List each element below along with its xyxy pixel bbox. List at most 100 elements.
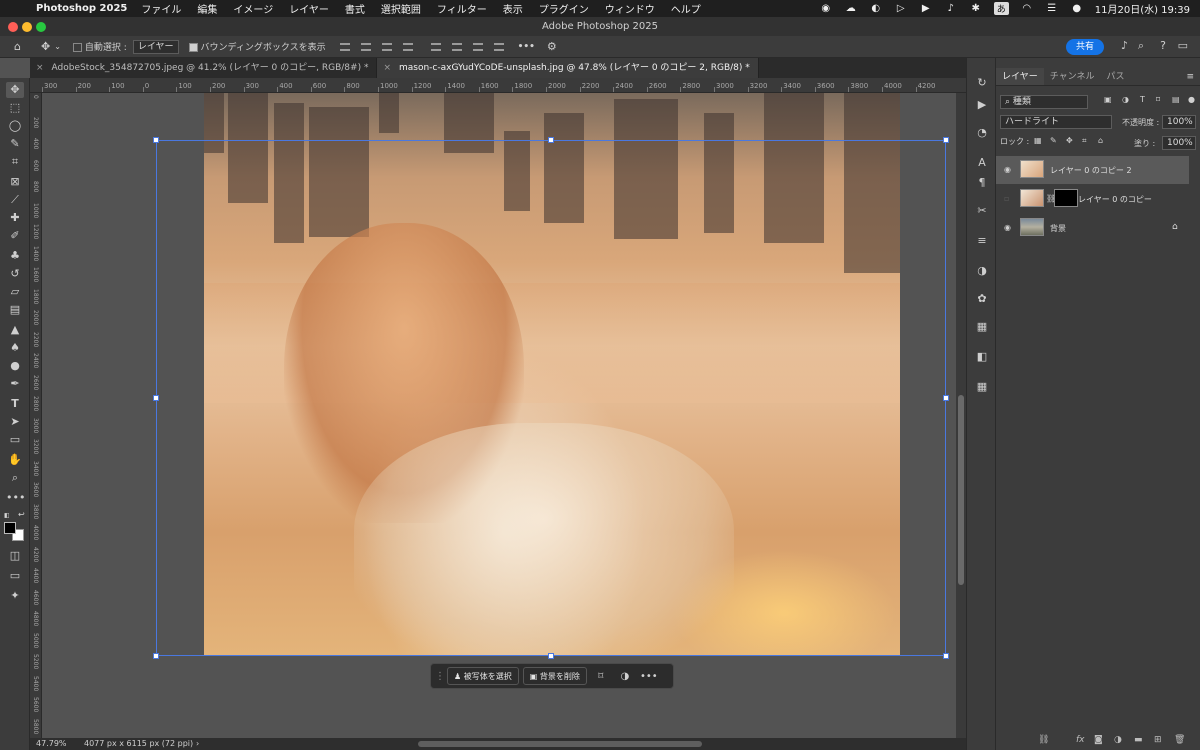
clone-stamp-tool-icon[interactable]: ♣ <box>6 248 24 264</box>
zoom-tool-icon[interactable]: ⌕ <box>6 470 24 486</box>
creative-cloud-icon[interactable]: ◉ <box>819 3 833 14</box>
scroll-thumb[interactable] <box>958 395 964 585</box>
adjustments-panel-icon[interactable]: ◑ <box>975 264 989 278</box>
marquee-tool-icon[interactable]: ⬚ <box>6 100 24 116</box>
minimize-window-icon[interactable] <box>22 22 32 32</box>
gradients-panel-icon[interactable]: ◧ <box>975 350 989 364</box>
wifi-icon[interactable]: ◠ <box>1020 3 1034 14</box>
share-button[interactable]: 共有 <box>1065 39 1104 55</box>
learn-panel-icon[interactable]: ◔ <box>975 126 989 140</box>
zoom-window-icon[interactable] <box>36 22 46 32</box>
menu-filter[interactable]: フィルター <box>437 1 487 16</box>
eraser-tool-icon[interactable]: ▱ <box>6 284 24 300</box>
close-tab-icon[interactable]: × <box>36 63 44 73</box>
transform-handle[interactable] <box>153 395 159 401</box>
history-brush-tool-icon[interactable]: ↺ <box>6 266 24 282</box>
move-tool-icon[interactable]: ✥ <box>6 82 24 98</box>
document-dimensions[interactable]: 4077 px x 6115 px (72 ppi) <box>84 738 193 750</box>
history-panel-icon[interactable]: ↻ <box>975 76 989 90</box>
tab-channels[interactable]: チャンネル <box>1044 68 1101 85</box>
menu-file[interactable]: ファイル <box>141 1 181 16</box>
menu-plugins[interactable]: プラグイン <box>539 1 589 16</box>
menu-clock[interactable]: 11月20日(水) 19:39 <box>1095 1 1190 16</box>
settings-gear-icon[interactable]: ⚙ <box>547 40 557 53</box>
tab-layers[interactable]: レイヤー <box>996 68 1044 85</box>
actions-panel-icon[interactable]: ▶ <box>975 98 989 112</box>
menu-layer[interactable]: レイヤー <box>289 1 329 16</box>
chevron-right-icon[interactable]: › <box>196 738 199 750</box>
visibility-eye-hidden-icon[interactable]: ▫ <box>1004 194 1009 203</box>
app-menu[interactable]: Photoshop 2025 <box>36 3 127 14</box>
remove-background-button[interactable]: ▣ 背景を削除 <box>522 667 587 685</box>
align-center-icon[interactable] <box>360 42 371 51</box>
color-panel-icon[interactable]: ✿ <box>975 292 989 306</box>
character-panel-icon[interactable]: A <box>975 156 989 170</box>
edit-toolbar-icon[interactable]: ••• <box>6 490 25 506</box>
swap-colors-icon[interactable]: ↩ <box>18 510 25 519</box>
drag-handle-icon[interactable]: ⋮ <box>435 671 445 682</box>
gradient-tool-icon[interactable]: ▤ <box>6 302 24 318</box>
horizontal-scroll-thumb[interactable] <box>418 741 702 747</box>
zoom-level[interactable]: 47.79% <box>36 738 67 750</box>
brush-tool-icon[interactable]: ✐ <box>6 228 24 244</box>
transform-bounding-box[interactable] <box>156 140 946 656</box>
close-tab-icon[interactable]: × <box>383 63 391 73</box>
visibility-eye-icon[interactable]: ◉ <box>1004 165 1011 174</box>
rectangle-tool-icon[interactable]: ▭ <box>6 432 24 448</box>
horizontal-ruler[interactable]: 300 200 100 0 100 200 300 400 600 800 1000 1200 1400… <box>30 78 966 93</box>
quick-mask-icon[interactable]: ◫ <box>6 548 24 564</box>
new-layer-icon[interactable]: ⊞ <box>1154 735 1162 745</box>
cloud-icon[interactable]: ☁ <box>844 3 858 14</box>
type-tool-icon[interactable]: T <box>6 396 24 412</box>
blend-mode-dropdown[interactable]: ハードライト <box>1000 115 1112 129</box>
smudge-tool-icon[interactable]: ● <box>6 358 24 374</box>
menu-help[interactable]: ヘルプ <box>671 1 701 16</box>
filter-pixel-icon[interactable]: ▣ <box>1104 95 1112 104</box>
blur-tool-icon[interactable]: ▲ <box>6 322 24 338</box>
tab-paths[interactable]: パス <box>1100 68 1130 85</box>
new-group-icon[interactable]: ▬ <box>1134 735 1143 745</box>
vertical-ruler[interactable]: 0 200 400 600 800 1000 1200 1400 1600 1800 2000 220… <box>30 93 42 738</box>
lasso-tool-icon[interactable]: ◯ <box>6 118 24 134</box>
hand-tool-icon[interactable]: ✋ <box>6 452 24 468</box>
siri-icon[interactable]: ● <box>1070 3 1084 14</box>
search-icon[interactable]: ⌕ <box>1138 39 1144 53</box>
transform-handle[interactable] <box>943 137 949 143</box>
align-right-icon[interactable] <box>381 42 392 51</box>
align-distribute-icon[interactable] <box>402 42 413 51</box>
workspace-icon[interactable]: ▭ <box>1178 39 1188 52</box>
transform-handle[interactable] <box>548 137 554 143</box>
bluetooth-icon[interactable]: ✱ <box>969 3 983 14</box>
input-method-indicator[interactable]: あ <box>993 2 1009 15</box>
lock-all-icon[interactable]: ⌂ <box>1098 136 1103 145</box>
generative-icon[interactable]: ✦ <box>6 588 24 604</box>
chevron-down-icon[interactable]: ⌄ <box>54 42 61 51</box>
foreground-color-swatch[interactable] <box>4 522 16 534</box>
canvas-area[interactable] <box>42 93 956 738</box>
menu-type[interactable]: 書式 <box>345 1 365 16</box>
tool-presets-icon[interactable]: ✂ <box>975 204 989 218</box>
transform-handle[interactable] <box>153 653 159 659</box>
tab-adobestock[interactable]: × AdobeStock_354872705.jpeg @ 41.2% (レイヤー… <box>30 58 378 78</box>
auto-select-checkbox[interactable] <box>72 43 82 52</box>
menu-edit[interactable]: 編集 <box>197 1 217 16</box>
sync-icon[interactable]: ◐ <box>869 3 883 14</box>
layer-filter-kind-dropdown[interactable]: ⌕ 種類 <box>1000 95 1088 109</box>
tab-mason-unsplash[interactable]: × mason-c-axGYudYCoDE-unsplash.jpg @ 47.8… <box>377 58 759 78</box>
patterns-panel-icon[interactable]: ▦ <box>975 380 989 394</box>
properties-panel-icon[interactable]: ≡ <box>975 234 989 248</box>
auto-select-target-dropdown[interactable]: レイヤー <box>132 39 179 54</box>
frame-tool-icon[interactable]: ⊠ <box>6 174 24 190</box>
swatches-panel-icon[interactable]: ▦ <box>975 320 989 334</box>
close-window-icon[interactable] <box>8 22 18 32</box>
screen-mode-icon[interactable]: ▭ <box>6 568 24 584</box>
layer-row[interactable]: ▫ ⛓ レイヤー 0 のコピー <box>996 185 1189 213</box>
lock-position-icon[interactable]: ✥ <box>1066 136 1073 145</box>
more-options-button[interactable]: ••• <box>518 42 535 52</box>
lock-transparent-icon[interactable]: ▦ <box>1034 136 1042 145</box>
filter-smart-object-icon[interactable]: ▤ <box>1172 95 1180 104</box>
vpn-icon[interactable]: ▷ <box>894 3 908 14</box>
pen-tool-icon[interactable]: ✒ <box>6 376 24 392</box>
quick-select-tool-icon[interactable]: ✎ <box>6 136 24 152</box>
menu-image[interactable]: イメージ <box>233 1 273 16</box>
